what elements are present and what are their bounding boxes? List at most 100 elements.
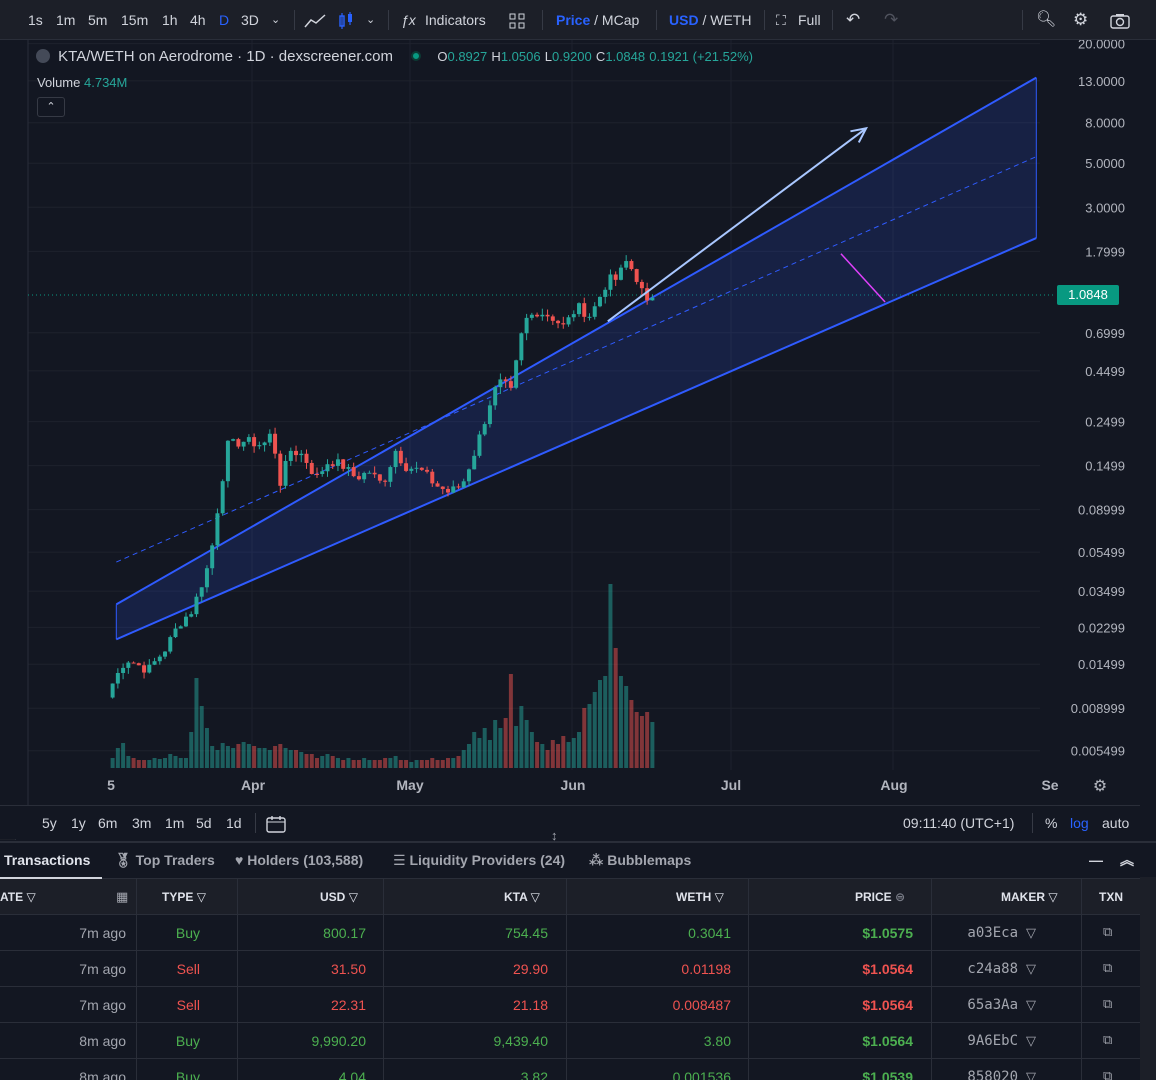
table-row[interactable]: 7m ago Sell 22.31 21.18 0.008487 $1.0564 65a3A… [0,987,1140,1023]
camera-icon[interactable] [1110,0,1130,40]
undo-icon[interactable]: ↶ [846,0,860,40]
tf-4h[interactable]: 4h [190,0,206,40]
magnifier-chart-icon[interactable]: 🔍︎ [1036,0,1056,40]
redo-icon[interactable]: ↷ [884,0,898,40]
cell-type: Buy [175,1033,200,1049]
candle [341,459,346,469]
currency-icon[interactable]: ⊜ [895,890,905,904]
external-link-icon[interactable]: ⧉ [1103,1068,1112,1080]
filter-icon[interactable]: ▽ [1026,1069,1036,1080]
price-option[interactable]: Price [556,12,590,28]
col-kta[interactable]: KTA ▽ [504,879,540,915]
candle [404,463,409,471]
percent-toggle[interactable]: % [1045,806,1057,840]
filter-icon[interactable]: ▽ [1026,925,1036,941]
candle [419,467,424,470]
tf-5m[interactable]: 5m [88,0,107,40]
price-mcap-toggle[interactable]: Price / MCap [556,0,639,40]
tab-transactions[interactable]: Transactions [0,843,103,879]
filter-icon[interactable]: ▽ [349,890,358,904]
tf-3d[interactable]: 3D [241,0,259,40]
price-chart[interactable]: 20.0000 13.0000 8.0000 5.0000 3.0000 1.7999 0.… [0,40,1140,805]
candle [440,486,445,489]
filter-icon[interactable]: ▽ [1026,961,1036,977]
calendar-icon[interactable] [266,806,286,840]
calendar-icon[interactable]: ▦ [116,889,128,905]
filter-icon[interactable]: ▽ [531,890,540,904]
table-row[interactable]: 7m ago Sell 31.50 29.90 0.01198 $1.0564 c24a88… [0,951,1140,987]
col-weth[interactable]: WETH ▽ [676,879,724,915]
symbol-title[interactable]: KTA/WETH on Aerodrome · 1D · dexscreener… [58,48,393,65]
usd-option[interactable]: USD [669,12,699,28]
filter-icon[interactable]: ▽ [1026,997,1036,1013]
table-row[interactable]: 8m ago Buy 4.04 3.82 0.001536 $1.0539 858020 ▽ ⧉ [0,1059,1140,1080]
chevron-down-icon[interactable]: ⌄ [271,0,280,40]
collapse-legend-button[interactable]: ⌃ [37,97,65,117]
tab-liquidity-providers[interactable]: ☰ Liquidity Providers (24) [393,843,565,879]
col-price[interactable]: PRICE ⊜ [855,879,905,915]
scrollbar[interactable] [1140,877,1156,1080]
col-date[interactable]: ATE ▽ [0,879,36,915]
medal-icon: 🏅︎ [114,852,132,868]
range-1m[interactable]: 1m [165,806,184,840]
external-link-icon[interactable]: ⧉ [1103,996,1112,1012]
candle [561,323,566,325]
filter-icon[interactable]: ▽ [1048,890,1057,904]
candle [524,317,529,334]
candles-icon[interactable] [339,0,353,40]
divider [237,879,238,1080]
external-link-icon[interactable]: ⧉ [1103,1032,1112,1048]
chevron-down-icon[interactable]: ⌄ [366,0,375,40]
filter-icon[interactable]: ▽ [197,890,206,904]
tab-bubblemaps[interactable]: ⁂ Bubblemaps [589,843,691,879]
volume-bar [178,758,183,768]
col-maker[interactable]: MAKER ▽ [1001,879,1058,915]
layout-grid-icon[interactable] [509,0,525,40]
range-5y[interactable]: 5y [42,806,57,840]
full-button[interactable]: Full [798,0,821,40]
volume-bar [246,744,251,768]
range-6m[interactable]: 6m [98,806,117,840]
external-link-icon[interactable]: ⧉ [1103,960,1112,976]
tf-1s[interactable]: 1s [28,0,43,40]
gear-icon[interactable]: ⚙ [1073,0,1088,40]
col-type[interactable]: TYPE ▽ [162,879,206,915]
external-link-icon[interactable]: ⧉ [1103,924,1112,940]
clock[interactable]: 09:11:40 (UTC+1) [903,806,1014,840]
line-chart-icon[interactable] [304,0,326,40]
auto-toggle[interactable]: auto [1102,806,1129,840]
range-3m[interactable]: 3m [132,806,151,840]
log-toggle[interactable]: log [1070,806,1089,840]
o-label: O [437,49,448,64]
minimize-icon[interactable]: — [1089,843,1103,879]
mcap-option[interactable]: MCap [602,12,639,28]
candle [383,480,388,482]
tab-top-traders[interactable]: 🏅︎ Top Traders [114,843,215,879]
weth-option[interactable]: WETH [710,12,751,28]
table-row[interactable]: 8m ago Buy 9,990.20 9,439.40 3.80 $1.0564 9A6E… [0,1023,1140,1059]
volume-bar [383,758,388,768]
table-row[interactable]: 7m ago Buy 800.17 754.45 0.3041 $1.0575 a03Eca… [0,915,1140,951]
range-1y[interactable]: 1y [71,806,86,840]
expand-icon[interactable]: ︽ [1120,843,1134,879]
range-1d[interactable]: 1d [226,806,242,840]
filter-icon[interactable]: ▽ [26,890,35,904]
divider [1081,879,1082,1080]
fullscreen-icon[interactable]: ⛶ [776,0,786,40]
tf-15m[interactable]: 15m [121,0,148,40]
tf-d[interactable]: D [219,0,229,40]
filter-icon[interactable]: ▽ [1026,1033,1036,1049]
range-5d[interactable]: 5d [196,806,212,840]
tab-holders[interactable]: ♥ Holders (103,588) [235,843,363,879]
volume-bar [603,676,608,768]
filter-icon[interactable]: ▽ [715,890,724,904]
candle [168,637,173,652]
volume-bar [498,728,503,768]
currency-toggle[interactable]: USD / WETH [669,0,751,40]
col-usd[interactable]: USD ▽ [320,879,358,915]
gear-icon[interactable]: ⚙ [1093,776,1107,795]
volume-bar [456,756,461,768]
tf-1h[interactable]: 1h [162,0,178,40]
tf-1m[interactable]: 1m [56,0,75,40]
indicators-button[interactable]: Indicators [425,0,486,40]
